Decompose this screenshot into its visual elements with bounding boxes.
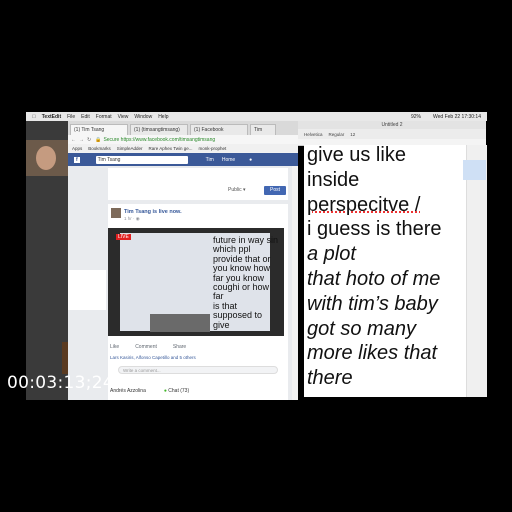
reload-icon[interactable]: ↻ [87, 137, 91, 143]
menu-edit[interactable]: Edit [81, 114, 90, 120]
facebook-top-bar: f Tim Tsang Tim Home ● [68, 153, 298, 166]
menu-window[interactable]: Window [134, 114, 152, 120]
likes-summary[interactable]: Lars Kasiris, Alfonso Capetillo and 5 ot… [110, 355, 196, 360]
textedit-title: Untitled 2 [298, 121, 486, 129]
webcam-thumbnail [26, 140, 68, 176]
facebook-left-card [68, 270, 106, 310]
tab-timsang[interactable]: (1) (timsangtimsang) [130, 124, 188, 135]
post-timestamp[interactable]: 1 hr · ◉ [124, 216, 140, 222]
mac-menubar:  TextEdit File Edit Format View Window … [26, 112, 487, 121]
text-line: inside [307, 168, 360, 191]
chat-label: Chat (73) [168, 388, 190, 394]
text-line: give us like [307, 144, 406, 166]
scrollbar[interactable] [466, 145, 487, 397]
url-text[interactable]: Secure https://www.facebook.com/timsangt… [103, 137, 215, 143]
online-dot-icon: ● [163, 388, 167, 394]
text-line: with tim’s baby [307, 292, 438, 315]
poster-name[interactable]: Tim Tsang is live now. [124, 209, 182, 215]
live-badge: LIVE [116, 234, 131, 240]
font-style-select[interactable]: Regular [329, 132, 345, 137]
video-thumbnails [150, 314, 210, 332]
face-image [36, 146, 56, 170]
forward-icon[interactable]: → [79, 137, 84, 143]
text-line: a plot [307, 243, 356, 266]
menu-view[interactable]: View [118, 114, 129, 120]
document-text[interactable]: give us like inside perspecitve / i gues… [307, 143, 467, 391]
fb-nav-home[interactable]: Home [222, 157, 235, 163]
tab-tim-tsang[interactable]: (1) Tim Tsang [70, 124, 128, 135]
fb-nav-profile[interactable]: Tim [206, 157, 214, 163]
post-actions: Like Comment Share [110, 344, 286, 350]
post-button[interactable]: Post [264, 186, 286, 195]
text-line: i guess is there [307, 218, 442, 241]
menubar-battery[interactable]: 92% [411, 114, 421, 120]
menu-help[interactable]: Help [158, 114, 168, 120]
share-button[interactable]: Share [173, 344, 186, 350]
video-overlay-text: future in way sin which ppl provide that… [213, 235, 279, 330]
back-icon[interactable]: ← [71, 137, 76, 143]
bookmark-monk[interactable]: monk-prophet [199, 146, 227, 151]
bookmarks-bar: Apps Bookmarks SimpleAdder Rare Aphex Tw… [68, 144, 298, 152]
avatar[interactable] [111, 208, 121, 218]
menubar-app-name[interactable]: TextEdit [42, 114, 61, 120]
textedit-toolbar: Helvetica Regular 12 [298, 129, 486, 139]
comment-input[interactable]: Write a comment... [118, 366, 278, 374]
menu-file[interactable]: File [67, 114, 75, 120]
like-button[interactable]: Like [110, 344, 119, 350]
timecode-overlay: 00:03:13;24 [7, 373, 115, 393]
text-line: perspecitve / [307, 193, 421, 216]
text-line: got so many [307, 317, 416, 340]
bookmark-apps[interactable]: Apps [72, 146, 82, 151]
comment-button[interactable]: Comment [135, 344, 157, 350]
privacy-selector[interactable]: Public ▾ [228, 187, 246, 193]
font-family-select[interactable]: Helvetica [304, 132, 323, 137]
chat-bar: Andrés Azzolina ● Chat (73) [110, 386, 286, 396]
menu-format[interactable]: Format [96, 114, 112, 120]
apple-icon[interactable]:  [32, 114, 36, 120]
chat-contact[interactable]: Andrés Azzolina [110, 388, 146, 394]
text-line: there [307, 367, 353, 390]
text-line: more likes that [307, 342, 438, 365]
lock-icon: 🔒 [95, 136, 102, 143]
tab-facebook[interactable]: (1) Facebook [190, 124, 248, 135]
tab-tim[interactable]: Tim [250, 124, 276, 135]
facebook-logo-icon[interactable]: f [74, 156, 80, 163]
composer-card [108, 168, 288, 200]
bookmark-aphex[interactable]: Rare Aphex Twin ge... [149, 146, 193, 151]
notifications-icon[interactable]: ● [249, 157, 252, 163]
bookmark-bookmarks[interactable]: Bookmarks [88, 146, 111, 151]
menubar-clock[interactable]: Wed Feb 22 17:30:14 [433, 114, 481, 120]
facebook-search-input[interactable]: Tim Tsang [95, 155, 188, 164]
browser-tab-bar: (1) Tim Tsang (1) (timsangtimsang) (1) F… [68, 121, 298, 135]
text-line: that hoto of me [307, 267, 441, 290]
font-size-select[interactable]: 12 [350, 132, 355, 137]
chat-toggle[interactable]: ● Chat (73) [164, 388, 189, 394]
bookmark-simpleadder[interactable]: SimpleAdder [117, 146, 143, 151]
